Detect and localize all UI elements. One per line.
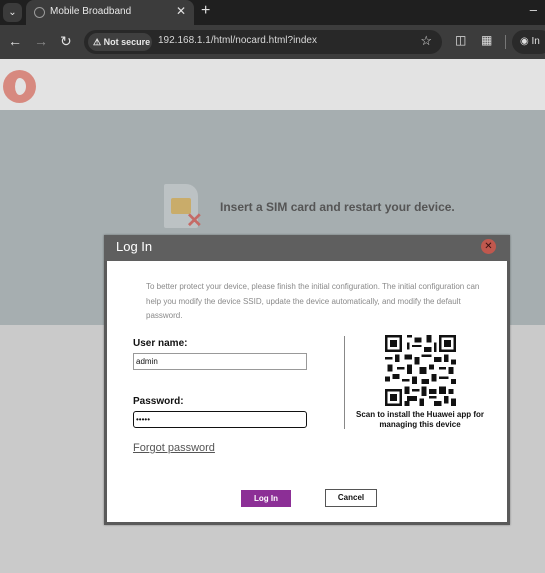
- qr-caption: Scan to install the Huawei app for manag…: [355, 410, 485, 429]
- new-tab-button[interactable]: +: [201, 2, 210, 20]
- url-text[interactable]: 192.168.1.1/html/nocard.html?index: [158, 35, 317, 46]
- forward-icon[interactable]: →: [34, 33, 48, 49]
- sim-error-icon: ✕: [186, 210, 203, 232]
- bookmark-star-icon[interactable]: ☆: [420, 33, 432, 49]
- password-label: Password:: [133, 396, 184, 407]
- warning-icon: ⚠: [93, 37, 104, 47]
- tab-title: Mobile Broadband: [50, 6, 132, 17]
- dialog-title: Log In: [116, 239, 153, 254]
- close-tab-icon[interactable]: ✕: [176, 4, 186, 18]
- profile-button[interactable]: ◉ In: [512, 30, 545, 54]
- sim-card-icon: ✕: [164, 184, 203, 232]
- reload-icon[interactable]: ↻: [60, 33, 72, 50]
- qr-code: [385, 335, 456, 406]
- toolbar-divider: [505, 35, 506, 49]
- address-bar[interactable]: ⚠ Not secure 192.168.1.1/html/nocard.htm…: [84, 30, 442, 54]
- extension-icon[interactable]: ◫: [455, 33, 466, 47]
- page-header: [0, 59, 545, 110]
- minimize-button[interactable]: –: [530, 2, 537, 17]
- browser-toolbar: ← → ↻ ⚠ Not secure 192.168.1.1/html/noca…: [0, 25, 545, 59]
- sim-message: Insert a SIM card and restart your devic…: [220, 200, 455, 214]
- dialog-close-icon[interactable]: ✕: [481, 239, 496, 254]
- security-chip[interactable]: ⚠ Not secure: [88, 33, 152, 51]
- logo-mark: [13, 78, 26, 95]
- tab-search-icon[interactable]: ⌄: [3, 3, 22, 22]
- puzzle-icon[interactable]: ▦: [481, 33, 492, 47]
- dialog-titlebar: Log In ✕: [104, 235, 510, 261]
- forgot-password-link[interactable]: Forgot password: [133, 442, 215, 454]
- vodafone-logo: [3, 70, 36, 103]
- dialog-intro-text: To better protect your device, please fi…: [146, 282, 480, 320]
- back-icon[interactable]: ←: [8, 33, 22, 49]
- globe-icon: [34, 7, 45, 18]
- browser-tab-strip: ⌄ Mobile Broadband ✕ + –: [0, 0, 545, 25]
- cancel-button[interactable]: Cancel: [325, 489, 377, 507]
- login-button[interactable]: Log In: [241, 490, 291, 507]
- password-input[interactable]: •••••: [133, 411, 307, 428]
- profile-label: In: [531, 36, 540, 47]
- browser-tab[interactable]: Mobile Broadband ✕: [26, 0, 194, 25]
- username-input[interactable]: [133, 353, 307, 370]
- incognito-icon: ◉: [520, 36, 532, 47]
- dialog-divider: [344, 336, 345, 429]
- security-chip-label: Not secure: [103, 37, 151, 47]
- login-dialog: Log In ✕ To better protect your device, …: [104, 235, 510, 525]
- username-label: User name:: [133, 338, 188, 349]
